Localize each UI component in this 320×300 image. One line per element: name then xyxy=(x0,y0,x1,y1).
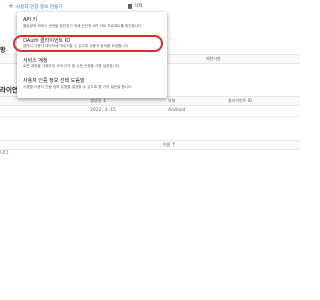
sort-asc-icon: ↑ xyxy=(171,142,176,148)
create-credentials-label: 사용자 인증 정보 만들기 xyxy=(15,4,63,10)
empty-state-fragment: 니다. xyxy=(0,151,10,156)
menu-item-desc: 사용할 사용자 인증 정보 유형을 결정할 수 있도록 몇 가지 질문을 합니다… xyxy=(23,85,133,89)
created-date: 2022. 3. 15. xyxy=(90,108,118,113)
created-header[interactable]: 생성일 ↓ xyxy=(90,98,107,104)
name-header-label: 이름 xyxy=(163,142,171,147)
name-header[interactable]: 이름 ↑ xyxy=(163,142,176,148)
menu-item-service-account[interactable]: 서비스 계정 로봇 계정을 사용하여 서버 간의 앱 수준 인증을 사용 설정합… xyxy=(17,53,167,73)
table-row[interactable]: 2022. 3. 15. Android xyxy=(0,106,300,117)
menu-item-api-key[interactable]: API 키 할당량과 액세스 권한을 확인하기 위해 간단한 API 키로 프로… xyxy=(17,12,167,34)
client-id-header: 클라이언트 ID xyxy=(228,98,252,103)
restrictions-header: 제한사항 xyxy=(206,56,221,61)
highlight-annotation xyxy=(13,35,163,52)
create-credentials-menu: API 키 할당량과 액세스 권한을 확인하기 위해 간단한 API 키로 프로… xyxy=(17,12,167,98)
service-accounts-table-header: 이름 ↑ xyxy=(0,140,300,150)
trash-icon xyxy=(128,3,132,9)
menu-item-help-me-choose[interactable]: 사용자 인증 정보 선택 도움말 사용할 사용자 인증 정보 유형을 결정할 수… xyxy=(17,73,167,97)
type-header: 유형 xyxy=(168,98,176,103)
menu-item-title: 서비스 계정 xyxy=(23,58,48,64)
menu-item-desc: 로봇 계정을 사용하여 서버 간의 앱 수준 인증을 사용 설정합니다. xyxy=(23,64,121,68)
menu-item-title: 사용자 인증 정보 선택 도움말 xyxy=(23,78,85,84)
section-title-fragment: 항 xyxy=(0,47,6,54)
menu-item-title: API 키 xyxy=(23,17,38,23)
created-header-label: 생성일 xyxy=(90,98,102,103)
menu-item-desc: 할당량과 액세스 권한을 확인하기 위해 간단한 API 키로 프로젝트를 확인… xyxy=(23,24,142,28)
create-credentials-button[interactable]: + 사용자 인증 정보 만들기 xyxy=(8,3,63,10)
plus-icon: + xyxy=(8,2,14,10)
sort-desc-icon: ↓ xyxy=(102,98,107,104)
delete-button[interactable]: 삭제 xyxy=(128,3,142,9)
client-type: Android xyxy=(168,108,186,113)
delete-label: 삭제 xyxy=(134,4,143,9)
